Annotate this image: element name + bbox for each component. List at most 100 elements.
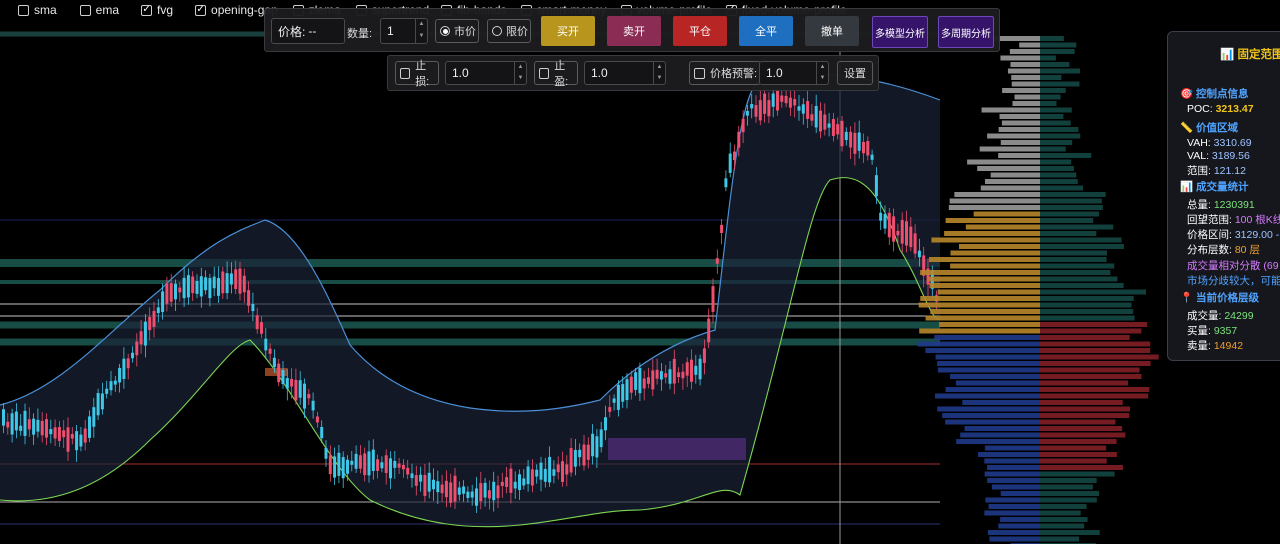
value-area-section: 📏 价值区域 [1180, 122, 1238, 134]
candle-body [212, 276, 216, 289]
indicator-toggle-sma[interactable]: sma [18, 0, 57, 20]
volume-profile-bar-right [1040, 419, 1116, 425]
candle-body [668, 369, 672, 384]
volume-profile-bar-right [1040, 458, 1107, 464]
candle-body [161, 291, 165, 312]
lookback-label: 回望范围: [1187, 214, 1232, 226]
candle-body [195, 281, 199, 294]
candle-body [208, 278, 212, 299]
candle-body [866, 141, 870, 156]
volume-profile-bar-left [937, 289, 1040, 295]
candle-body [303, 383, 306, 409]
candle-body [586, 444, 590, 460]
candle-body [672, 358, 676, 384]
candle-body [836, 124, 840, 135]
sell-open-button[interactable]: 卖开 [607, 16, 661, 46]
volume-profile-bar-left [920, 270, 1040, 275]
poc-section-text: 控制点信息 [1196, 88, 1249, 100]
candle-body [565, 464, 569, 475]
candle-body [479, 483, 483, 502]
close-position-button[interactable]: 平仓 [673, 16, 727, 46]
stop-loss-input[interactable]: 1.0 ▲ ▼ [445, 61, 527, 85]
volume-profile-bar-right [1040, 198, 1102, 204]
stop-loss-spin[interactable]: ▲ ▼ [514, 62, 526, 84]
candle-body [857, 132, 861, 151]
poc-value: 3213.47 [1215, 103, 1254, 115]
candle-body [470, 491, 474, 498]
candle-body [27, 419, 31, 430]
take-profit-spin[interactable]: ▲ ▼ [653, 62, 665, 84]
market-order-radio[interactable]: 市价 [435, 19, 479, 43]
volume-profile-bar-left [950, 374, 1040, 379]
volume-profile-bar-right [1040, 94, 1061, 100]
candle-body [483, 482, 487, 498]
volume-profile-bar-left [1019, 42, 1040, 48]
candle-body [819, 110, 822, 132]
volume-profile-bar-left [980, 185, 1040, 191]
volume-profile-bar-right [1040, 536, 1080, 542]
candle-body [238, 268, 242, 294]
candle-body [384, 455, 388, 474]
candle-body [40, 420, 44, 436]
limit-order-radio[interactable]: 限价 [487, 19, 531, 43]
range-row: 范围: 121.12 [1187, 163, 1246, 178]
candle-body [457, 487, 461, 495]
buy-volume-label: 买量: [1187, 325, 1211, 337]
price-alert-value: 1.0 [766, 66, 783, 80]
price-field[interactable]: 价格: -- [271, 18, 345, 44]
quantity-spin-buttons[interactable]: ▲ ▼ [415, 19, 427, 43]
volume-profile-bar-right [1040, 283, 1124, 288]
candle-body [591, 433, 595, 457]
candle-body [629, 376, 633, 393]
cancel-order-button[interactable]: 撤单 [805, 16, 859, 46]
candle-body [776, 88, 779, 111]
candle-body [879, 212, 883, 221]
take-profit-checkbox[interactable]: 止盈: [534, 60, 578, 88]
quantity-stepper[interactable]: 1 ▲ ▼ [380, 18, 428, 44]
candle-body [204, 277, 208, 291]
indicator-toggle-ema[interactable]: ema [79, 0, 119, 20]
candle-body [354, 453, 358, 469]
volume-profile-bar-left [1000, 140, 1040, 145]
candle-body [616, 384, 620, 410]
volume-profile-bar-left [948, 205, 1040, 210]
volume-profile-bar-left [985, 497, 1040, 503]
stop-loss-checkbox[interactable]: 止损: [395, 60, 439, 88]
price-alert-checkbox[interactable]: 价格预警: [689, 61, 761, 85]
checkbox-icon [18, 4, 29, 16]
price-alert-spin[interactable]: ▲ ▼ [816, 62, 828, 84]
checkbox-icon: ✓ [141, 4, 153, 16]
multi-period-analysis-button[interactable]: 多周期分析 [938, 16, 994, 48]
indicator-toggle-fvg[interactable]: ✓ fvg [141, 0, 173, 20]
candle-body [217, 278, 220, 296]
volume-profile-bar-right [1040, 218, 1094, 223]
candle-body [131, 352, 134, 359]
price-alert-input[interactable]: 1.0 ▲ ▼ [759, 61, 829, 85]
volume-profile-bar-left [1011, 81, 1040, 87]
poc-label: POC: [1187, 103, 1213, 115]
volume-profile-bar-left [989, 536, 1040, 542]
volume-profile-bar-left [945, 419, 1040, 425]
close-all-button[interactable]: 全平 [739, 16, 793, 46]
candle-body [165, 283, 169, 304]
volume-profile-bar-right [1040, 192, 1106, 197]
range-label: 范围: [1187, 165, 1211, 177]
candle-body [109, 381, 113, 391]
price-label: 价格: [278, 24, 306, 39]
candle-body [913, 233, 917, 254]
candle-body [367, 451, 371, 476]
candle-body [595, 436, 599, 458]
price-value: -- [308, 24, 317, 38]
candle-body [711, 286, 715, 312]
volume-profile-bar-right [1040, 62, 1070, 67]
volume-profile-bar-left [949, 198, 1040, 204]
alert-set-button[interactable]: 设置 [837, 61, 873, 85]
take-profit-input[interactable]: 1.0 ▲ ▼ [584, 61, 666, 85]
candle-body [569, 448, 573, 473]
multi-model-analysis-button[interactable]: 多模型分析 [872, 16, 928, 48]
candle-body [905, 221, 908, 246]
candle-body [406, 467, 410, 475]
candle-body [255, 315, 259, 330]
buy-open-button[interactable]: 买开 [541, 16, 595, 46]
candle-body [694, 365, 698, 375]
